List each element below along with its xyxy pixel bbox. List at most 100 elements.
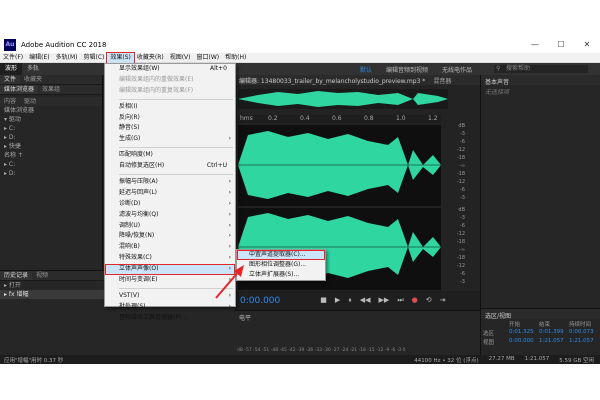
loop-icon[interactable]: ⟲ (426, 296, 432, 305)
effects-menu-item[interactable]: 延迟与回声(L) › (105, 188, 235, 199)
workspace-default[interactable]: 默认 (360, 65, 372, 74)
tab-media-browser[interactable]: 媒体浏览器 (0, 85, 39, 94)
multitrack-mode-button[interactable]: 多轨 (22, 63, 44, 75)
submenu-item[interactable]: 立体声扩展器(S)... (237, 270, 325, 280)
browser-row[interactable]: ▸ 快捷 (0, 142, 102, 151)
browser-row[interactable]: 媒体浏览器 (0, 106, 102, 115)
db-label: -3 (460, 131, 465, 137)
menu-item-label: 混响(B) (119, 243, 140, 251)
menu-separator (119, 147, 233, 149)
effects-menu-item[interactable]: 自动修复选区(H) Ctrl+U (105, 161, 235, 172)
menu-item-label: 时间与变调(E) (119, 276, 158, 284)
fast-forward-icon[interactable]: ▶▶ (379, 296, 390, 305)
view-start[interactable]: 0:00.000 (509, 338, 539, 346)
submenu-item[interactable]: 中置声道提取器(C)... (237, 250, 325, 260)
subtab-drives[interactable]: 驱动 (20, 97, 40, 106)
effects-menu-item[interactable]: 降噪/恢复(N) › (105, 231, 235, 242)
time-ruler[interactable]: hms 0.2 0.4 0.6 0.8 1.0 1.2 (238, 115, 441, 123)
db-label: -18 (456, 255, 465, 261)
play-icon[interactable]: ▶ (335, 296, 340, 305)
menu-clip[interactable]: 剪辑(C) (80, 53, 107, 63)
submenu-item[interactable]: 图形相位调整器(G)... (237, 260, 325, 270)
effects-menu-item[interactable]: 混响(B) › (105, 242, 235, 253)
menu-item-label: 反向(R) (119, 113, 140, 121)
menu-file[interactable]: 文件(F) (0, 53, 26, 63)
status-free-space: 5.59 GB 空闲 (559, 357, 594, 364)
browser-row[interactable]: ▸ C: (0, 160, 102, 169)
menu-item-label: 显示效果组(W) (119, 65, 160, 72)
workspace-area: 文件 收藏夹 媒体浏览器 效果组 内容 驱动 媒体浏览器 ▾ 驱动 ▸ C: ▸… (0, 75, 600, 355)
minimize-button[interactable]: — (522, 36, 548, 53)
tab-favorites[interactable]: 收藏夹 (20, 75, 46, 84)
menu-favorites[interactable]: 收藏夹(R) (134, 53, 167, 63)
selection-duration[interactable]: 0:00.073 (569, 329, 600, 337)
browser-row[interactable]: ▸ C: (0, 124, 102, 133)
effects-menu-item[interactable]: 滤波与均衡(Q) › (105, 210, 235, 221)
effects-menu-item[interactable]: 音频增效工具管理器(P)... (105, 313, 235, 324)
browser-row[interactable]: ▸ D: (0, 169, 102, 178)
record-icon[interactable]: ● (412, 296, 418, 305)
db-label: -3 (460, 215, 465, 221)
menu-item-label: 调制(U) (119, 221, 141, 229)
tab-history[interactable]: 历史记录 (0, 271, 33, 280)
row-label: 视图 (483, 340, 495, 346)
search-help-input[interactable]: ⚲ 搜索帮助 (494, 65, 588, 73)
menu-view[interactable]: 视图(V) (167, 53, 194, 63)
waveform-mode-button[interactable]: 波形 (0, 63, 23, 75)
browser-row[interactable]: ▸ D: (0, 133, 102, 142)
status-sample-rate: 44100 Hz • 32 位 (浮点) (414, 357, 479, 364)
menu-window[interactable]: 窗口(W) (194, 53, 223, 63)
db-label: dB (458, 123, 465, 129)
stop-icon[interactable]: ■ (320, 296, 327, 305)
effects-menu-item[interactable]: 生成(G) › (105, 134, 235, 145)
skip-to-end-icon[interactable]: ⏭ (397, 296, 403, 305)
selection-start[interactable]: 0:01.325 (509, 329, 539, 337)
effects-menu-item[interactable]: 调制(U) › (105, 221, 235, 232)
menu-edit[interactable]: 编辑(E) (26, 53, 52, 63)
effects-menu-item[interactable]: 诊断(D) › (105, 199, 235, 210)
effects-menu-item[interactable]: 反相(I) (105, 102, 235, 113)
browser-row[interactable]: ▾ 驱动 (0, 115, 102, 124)
subtab-contents[interactable]: 内容 (0, 97, 20, 106)
menu-item-label: 诊断(D) (119, 199, 141, 207)
db-label: -6 (460, 223, 465, 229)
menu-item-label: 立体声声像(O) (119, 265, 159, 273)
browser-row[interactable]: 名称 ↑ (0, 151, 102, 160)
selection-end[interactable]: 0:01.399 (539, 329, 569, 337)
close-button[interactable]: ✕ (574, 36, 600, 53)
tab-editor[interactable]: 编辑器: 13480033_trailer_by_melancholystudi… (235, 76, 429, 85)
effects-menu-item[interactable]: 匹配响度(M) (105, 150, 235, 161)
view-end[interactable]: 1:21.057 (539, 338, 569, 346)
rewind-icon[interactable]: ◀◀ (360, 296, 371, 305)
status-bar: 应用"增幅"用时 0.37 秒 44100 Hz • 32 位 (浮点) 27.… (0, 355, 600, 364)
ruler-label: hms (240, 115, 253, 122)
menu-item-label: 振幅与压限(A) (119, 178, 158, 186)
effects-menu-item[interactable]: 静音(S) (105, 123, 235, 134)
effects-menu-item: 编辑效果组内的重复效果(F) (105, 86, 235, 97)
view-duration[interactable]: 1:21.057 (569, 338, 600, 346)
toolbar: 波形 多轨 默认 编辑音频到视频 无线电作品 ⚲ 搜索帮助 (0, 63, 600, 75)
tab-video[interactable]: 视频 (32, 271, 52, 280)
db-label: -18 (456, 155, 465, 161)
menu-help[interactable]: 帮助(H) (222, 53, 249, 63)
effects-menu-item[interactable]: 振幅与压限(A) › (105, 177, 235, 188)
menu-item-label: 静音(S) (119, 124, 140, 132)
maximize-button[interactable]: ☐ (548, 36, 574, 53)
db-label: dB (458, 207, 465, 213)
skip-icon[interactable]: ⇥ (440, 296, 446, 305)
menu-item-label: 批处理(S) (119, 302, 146, 310)
effects-menu-item[interactable]: 显示效果组(W) Alt+0 (105, 64, 235, 75)
overview-waveform[interactable] (238, 89, 448, 109)
menu-multitrack[interactable]: 多轨(M) (53, 53, 81, 63)
tab-files[interactable]: 文件 (0, 75, 21, 84)
menu-effects[interactable]: 效果(S) (106, 51, 135, 64)
col-header: 结束 (539, 322, 551, 328)
pause-icon[interactable]: ⏸ (348, 296, 352, 305)
tab-mixer[interactable]: 混音器 (429, 76, 455, 85)
db-label: -12 (456, 263, 465, 269)
tab-effects-rack[interactable]: 效果组 (38, 85, 64, 94)
workspace-edit-audio-to-video[interactable]: 编辑音频到视频 (386, 65, 428, 74)
effects-menu-item[interactable]: 批处理(S) › (105, 302, 235, 313)
effects-menu-item[interactable]: 反向(R) (105, 113, 235, 124)
workspace-radio[interactable]: 无线电作品 (442, 65, 472, 74)
